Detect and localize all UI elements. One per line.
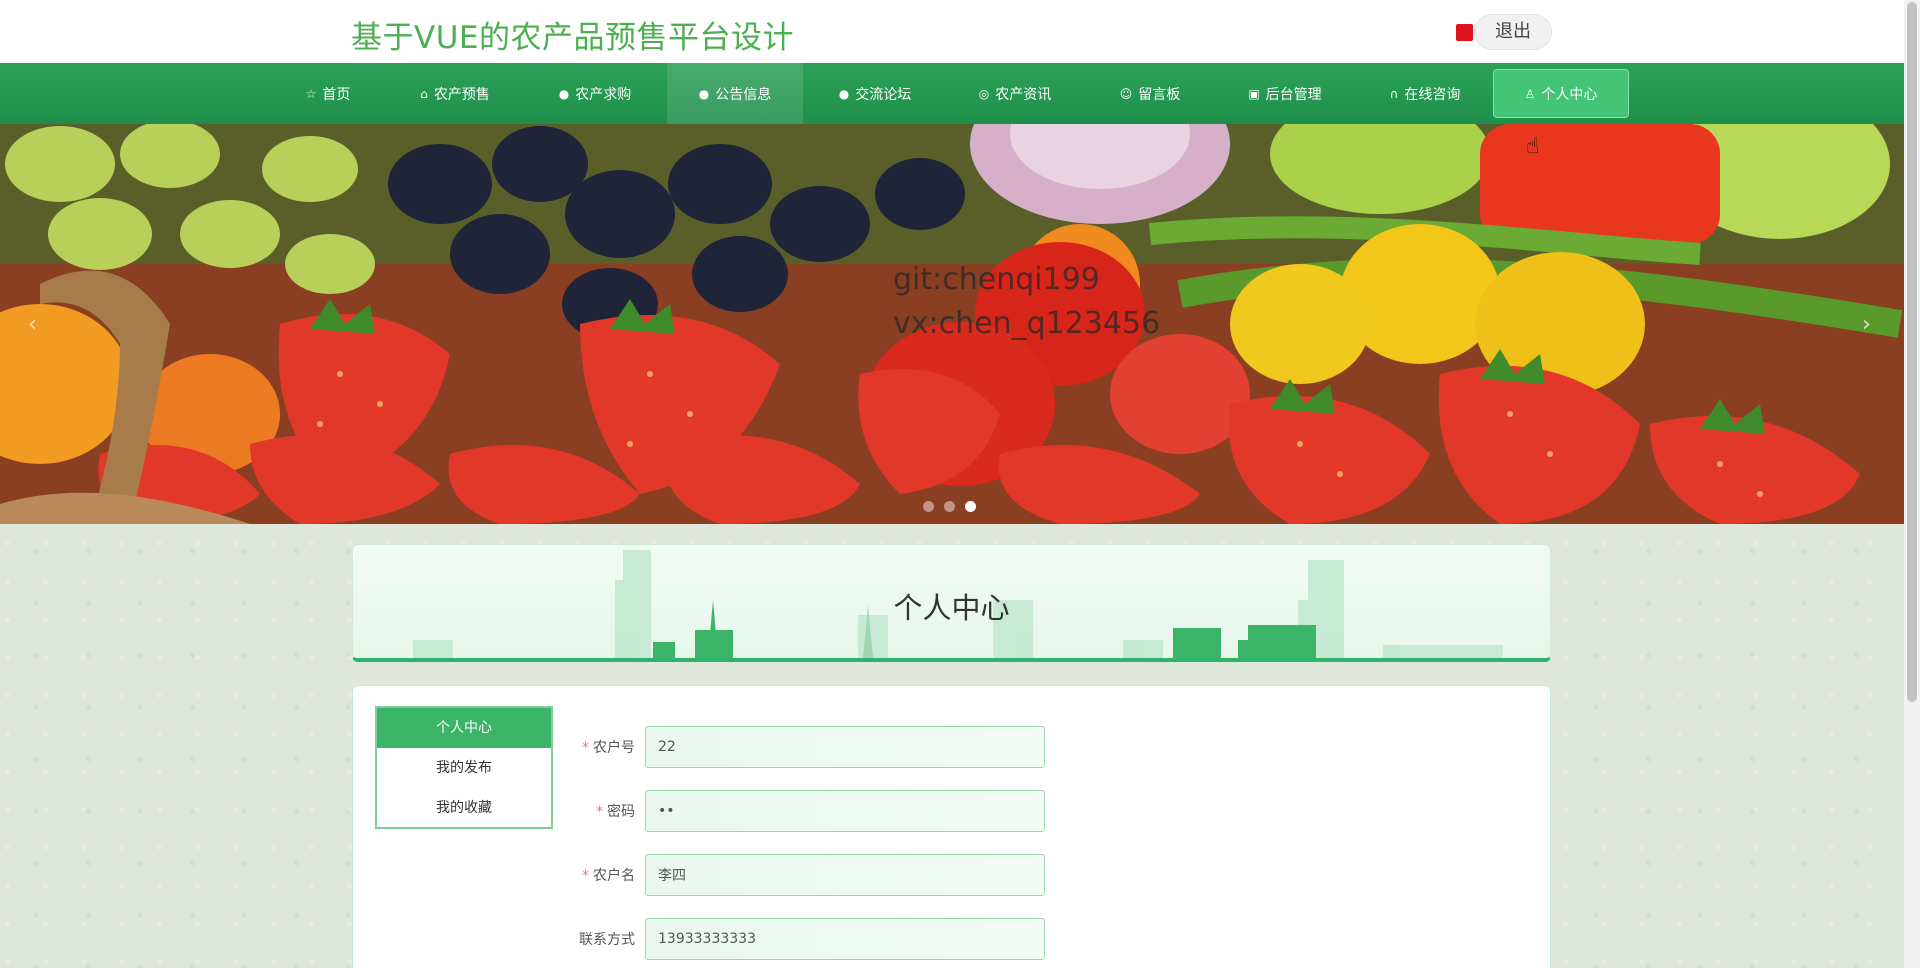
form-row-farmer-id: * 农户号 — [553, 726, 1045, 768]
nav-item-label: 交流论坛 — [855, 86, 912, 103]
main-nav: ☆ 首页 ⌂ 农产预售 ● 农产求购 ● 公告信息 ● 交流论坛 ◎ 农产资讯 … — [0, 63, 1904, 124]
side-menu-item-favorites[interactable]: 我的收藏 — [377, 788, 551, 828]
section-title-card: 个人中心 — [352, 544, 1551, 662]
banner-carousel[interactable]: git:chenqi199 vx:chen_q123456 ‹ › — [0, 124, 1904, 524]
flag-icon — [1456, 24, 1473, 41]
user-icon: ♙ — [1524, 86, 1536, 101]
password-input[interactable] — [645, 790, 1045, 832]
required-mark: * — [596, 804, 603, 820]
nav-item-label: 个人中心 — [1541, 86, 1598, 103]
page-scrollbar[interactable] — [1904, 0, 1920, 968]
nav-item-forum[interactable]: ● 交流论坛 — [820, 63, 930, 124]
required-mark: * — [582, 868, 589, 884]
scrollbar-thumb[interactable] — [1907, 2, 1917, 702]
notice-icon: ● — [698, 86, 710, 101]
form-row-password: * 密码 — [553, 790, 1045, 832]
logout-button[interactable]: 退出 — [1474, 14, 1552, 50]
side-menu: 个人中心 我的发布 我的收藏 — [375, 706, 553, 829]
field-label: 密码 — [607, 804, 635, 820]
target-icon: ◎ — [978, 86, 990, 101]
side-menu-item-my-posts[interactable]: 我的发布 — [377, 748, 551, 788]
bag-icon: ▣ — [1248, 86, 1260, 101]
nav-item-label: 农产预售 — [433, 86, 490, 103]
carousel-prev-arrow[interactable]: ‹ — [28, 312, 37, 337]
nav-item-profile[interactable]: ♙ 个人中心 — [1493, 69, 1629, 118]
watermark-git: git:chenqi199 — [893, 262, 1100, 297]
section-title: 个人中心 — [893, 591, 1010, 625]
nav-item-label: 农产资讯 — [995, 86, 1052, 103]
field-label: 农户号 — [593, 740, 635, 756]
carousel-dot-active[interactable] — [965, 501, 976, 512]
field-label: 联系方式 — [579, 932, 635, 948]
house-icon: ⌂ — [420, 86, 428, 101]
form-row-contact: 联系方式 — [553, 918, 1045, 960]
nav-item-messageboard[interactable]: ☺ 留言板 — [1100, 63, 1200, 124]
nav-item-label: 后台管理 — [1265, 86, 1322, 103]
nav-item-presale[interactable]: ⌂ 农产预售 — [400, 63, 510, 124]
carousel-indicators — [923, 501, 976, 512]
profile-panel: 个人中心 我的发布 我的收藏 *农户号 *密码 *农户名 联系方式 — [352, 685, 1551, 968]
carousel-next-arrow[interactable]: › — [1862, 312, 1871, 337]
field-label: 农户名 — [593, 868, 635, 884]
nav-item-notice[interactable]: ● 公告信息 — [667, 63, 803, 124]
site-title: 基于VUE的农产品预售平台设计 — [351, 20, 794, 56]
smile-icon: ☺ — [1119, 86, 1133, 101]
carousel-dot[interactable] — [923, 501, 934, 512]
farmer-name-input[interactable] — [645, 854, 1045, 896]
nav-item-home[interactable]: ☆ 首页 — [288, 63, 368, 124]
farmer-id-input[interactable] — [645, 726, 1045, 768]
pointer-cursor-icon: ☝ — [1526, 134, 1540, 159]
form-row-farmer-name: * 农户名 — [553, 854, 1045, 896]
nav-item-label: 首页 — [322, 86, 351, 103]
nav-item-label: 农产求购 — [575, 86, 632, 103]
info-icon: ● — [558, 86, 570, 101]
contact-input[interactable] — [645, 918, 1045, 960]
watermark-vx: vx:chen_q123456 — [893, 306, 1161, 341]
headset-icon: ∩ — [1389, 86, 1399, 101]
nav-item-label: 在线咨询 — [1404, 86, 1461, 103]
info-icon: ● — [838, 86, 850, 101]
side-menu-item-profile[interactable]: 个人中心 — [377, 708, 551, 748]
required-mark: * — [582, 740, 589, 756]
star-icon: ☆ — [305, 86, 317, 101]
carousel-dot[interactable] — [944, 501, 955, 512]
top-header: 基于VUE的农产品预售平台设计 退出 — [0, 0, 1904, 63]
nav-item-label: 公告信息 — [715, 86, 772, 103]
nav-item-purchase[interactable]: ● 农产求购 — [540, 63, 650, 124]
nav-item-label: 留言板 — [1138, 86, 1181, 103]
nav-item-consult[interactable]: ∩ 在线咨询 — [1370, 63, 1480, 124]
nav-item-news[interactable]: ◎ 农产资讯 — [960, 63, 1070, 124]
nav-item-admin[interactable]: ▣ 后台管理 — [1230, 63, 1340, 124]
